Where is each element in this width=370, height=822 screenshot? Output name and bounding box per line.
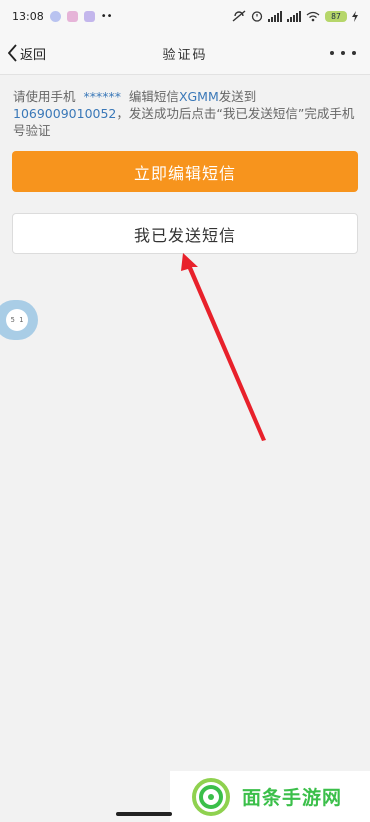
- floating-assistant-bubble[interactable]: 5 1: [0, 300, 38, 340]
- charging-icon: [352, 10, 358, 22]
- status-bar: 13:08 •• 87: [0, 0, 370, 32]
- alarm-icon: [251, 11, 263, 22]
- watermark-logo-icon: [192, 777, 230, 816]
- battery-icon: 87: [325, 10, 347, 22]
- sms-keyword: XGMM: [178, 89, 219, 104]
- watermark: 面条手游网: [170, 771, 370, 822]
- status-time: 13:08: [12, 9, 44, 23]
- instruction-part3: 发送到: [218, 89, 257, 104]
- app-icon-3: [83, 10, 95, 22]
- signal-icon: [287, 10, 301, 22]
- home-indicator[interactable]: [116, 812, 172, 816]
- more-horizontal-icon[interactable]: [330, 44, 356, 62]
- instruction-part2: 编辑短信: [128, 89, 179, 104]
- status-right: 87: [232, 10, 358, 22]
- nav-bar: 返回 验证码: [0, 32, 370, 75]
- app-icon-1: [49, 10, 61, 22]
- instruction-text: 请使用手机 ****** 编辑短信XGMM发送到1069009010052，发送…: [13, 88, 359, 139]
- sms-number: 1069009010052: [13, 106, 117, 121]
- no-disturb-icon: [232, 10, 246, 22]
- edit-sms-button[interactable]: 立即编辑短信: [12, 151, 358, 192]
- app-icon-2: [66, 10, 78, 22]
- page-title: 验证码: [162, 48, 208, 63]
- wifi-icon: [306, 11, 320, 21]
- status-left: 13:08 ••: [12, 10, 113, 23]
- red-arrow-annotation: [181, 253, 266, 441]
- instruction-part1: 请使用手机: [13, 89, 76, 104]
- watermark-text: 面条手游网: [242, 787, 343, 809]
- bubble-face-icon: 5 1: [6, 309, 28, 331]
- signal-icon: [268, 10, 282, 22]
- more-notifications-icon: ••: [100, 10, 113, 22]
- masked-phone: ******: [75, 89, 129, 104]
